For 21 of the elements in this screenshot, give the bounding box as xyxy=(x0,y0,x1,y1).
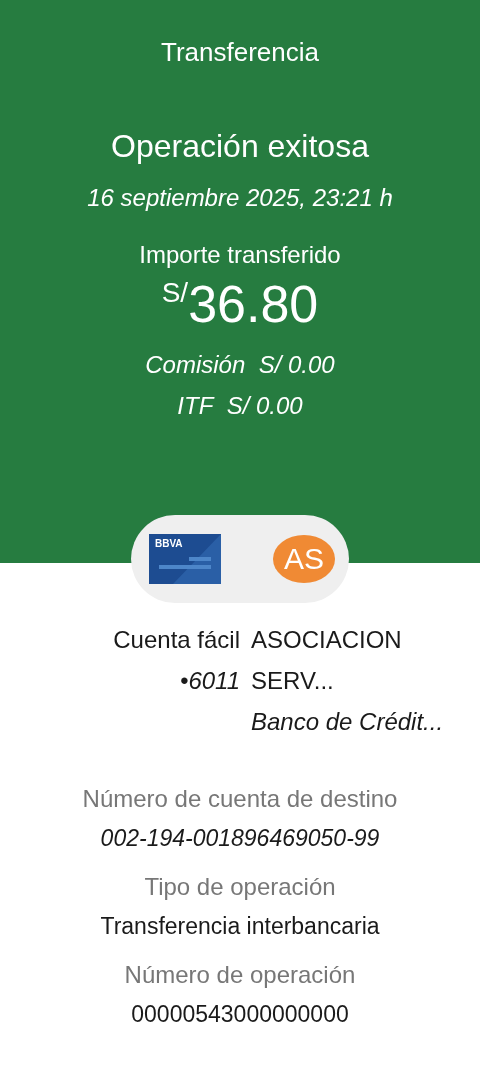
bank-card-icon: BBVA xyxy=(149,534,221,584)
fee-text: ITF S/ 0.00 xyxy=(177,391,303,421)
detail-label: Número de operación xyxy=(124,960,356,990)
recipient-bank: Banco de Crédit... xyxy=(251,707,444,737)
screen-title: Transferencia xyxy=(161,36,319,69)
detail-value: 00000543000000000 xyxy=(131,1000,349,1029)
recipient-name-line: SERV... xyxy=(251,666,334,696)
status-title: Operación exitosa xyxy=(111,127,369,166)
recipient-avatar: AS xyxy=(273,535,335,583)
recipient-name-line: ASOCIACION xyxy=(251,625,402,655)
amount-value: 36.80 xyxy=(188,275,319,333)
detail-value: 002-194-001896469050-99 xyxy=(100,824,380,853)
fee-text: Comisión S/ 0.00 xyxy=(145,350,335,380)
date-time: 16 septiembre 2025, 23:21 h xyxy=(87,183,393,213)
detail-value: Transferencia interbancaria xyxy=(100,912,380,941)
origin-account-name: Cuenta fácil xyxy=(113,625,240,655)
amount-label: Importe transferido xyxy=(139,240,341,270)
detail-label: Tipo de operación xyxy=(144,872,336,902)
origin-account-number: •6011 xyxy=(180,666,240,696)
currency-symbol: S/ xyxy=(161,277,189,308)
detail-label: Número de cuenta de destino xyxy=(82,784,398,814)
